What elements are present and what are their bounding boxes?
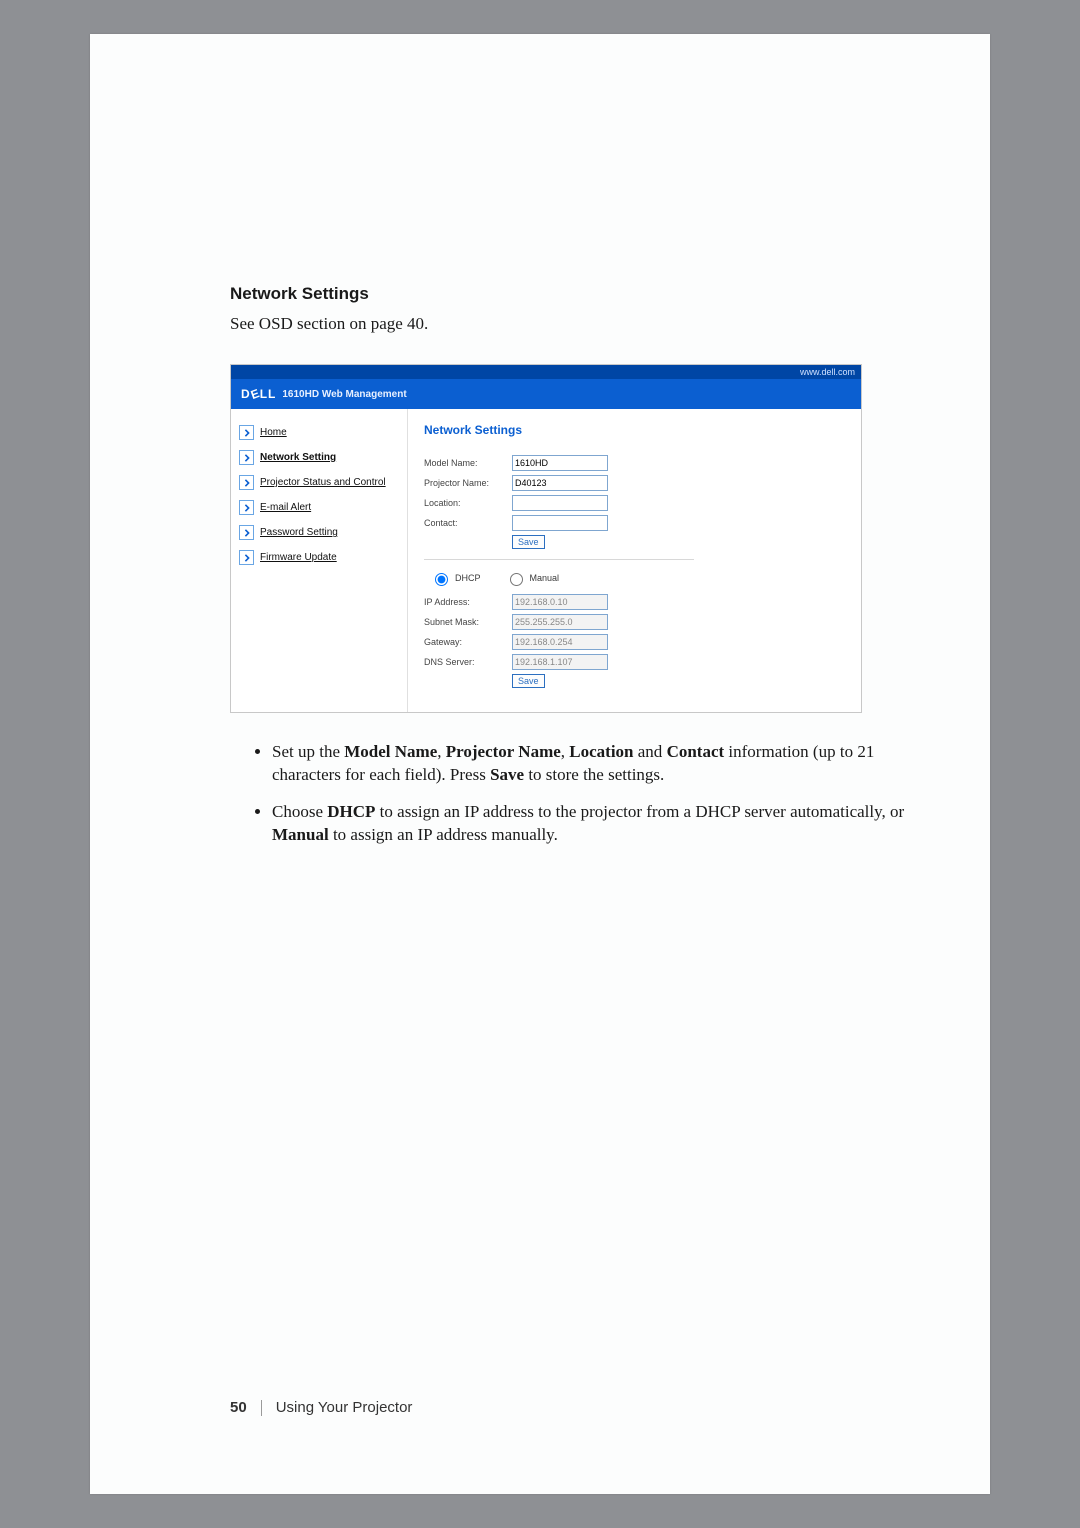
screenshot-frame: www.dell.com DELL 1610HD Web Management …	[230, 364, 862, 713]
paper-sheet: Network Settings See OSD section on page…	[90, 34, 990, 1494]
label-contact: Contact:	[424, 518, 504, 528]
page-gray-bg: Network Settings See OSD section on page…	[0, 0, 1080, 1528]
row-gateway: Gateway:	[424, 634, 845, 650]
screenshot-body: Home Network Setting Projector Status an…	[231, 409, 861, 712]
page-number: 50	[230, 1399, 247, 1416]
product-title: 1610HD Web Management	[282, 389, 406, 400]
row-subnet-mask: Subnet Mask:	[424, 614, 845, 630]
screenshot-header: DELL 1610HD Web Management	[231, 379, 861, 409]
panel-title: Network Settings	[424, 423, 845, 437]
input-contact[interactable]	[512, 515, 608, 531]
section-heading: Network Settings	[230, 284, 910, 304]
arrow-right-icon	[239, 450, 254, 465]
input-location[interactable]	[512, 495, 608, 511]
radio-dhcp-text: DHCP	[455, 573, 481, 583]
label-model-name: Model Name:	[424, 458, 504, 468]
row-location: Location:	[424, 495, 845, 511]
footer-chapter: Using Your Projector	[276, 1399, 413, 1416]
input-projector-name[interactable]	[512, 475, 608, 491]
sidebar-item-label: Network Setting	[260, 452, 336, 463]
sidebar-item-label: E-mail Alert	[260, 502, 311, 513]
label-gateway: Gateway:	[424, 637, 504, 647]
sidebar-item-network-setting[interactable]: Network Setting	[239, 450, 399, 465]
row-projector-name: Projector Name:	[424, 475, 845, 491]
sidebar-item-label: Projector Status and Control	[260, 477, 386, 488]
sidebar: Home Network Setting Projector Status an…	[231, 409, 407, 712]
label-dns-server: DNS Server:	[424, 657, 504, 667]
sidebar-item-label: Password Setting	[260, 527, 338, 538]
label-subnet-mask: Subnet Mask:	[424, 617, 504, 627]
section-intro: See OSD section on page 40.	[230, 314, 910, 334]
sidebar-item-projector-status[interactable]: Projector Status and Control	[239, 475, 399, 490]
main-panel: Network Settings Model Name: Projector N…	[407, 409, 861, 712]
footer-separator	[261, 1400, 262, 1416]
input-dns-server[interactable]	[512, 654, 608, 670]
radio-dhcp-label[interactable]: DHCP	[430, 570, 481, 586]
divider	[424, 559, 694, 560]
radio-manual-text: Manual	[530, 573, 560, 583]
arrow-right-icon	[239, 525, 254, 540]
arrow-right-icon	[239, 550, 254, 565]
radio-manual-label[interactable]: Manual	[505, 570, 560, 586]
sidebar-item-label: Firmware Update	[260, 552, 337, 563]
page-footer: 50 Using Your Projector	[230, 1399, 412, 1416]
input-ip-address[interactable]	[512, 594, 608, 610]
bullet-item-setup: Set up the Model Name, Projector Name, L…	[272, 741, 910, 787]
row-ip-address: IP Address:	[424, 594, 845, 610]
radio-dhcp[interactable]	[435, 573, 448, 586]
input-gateway[interactable]	[512, 634, 608, 650]
bullet-list: Set up the Model Name, Projector Name, L…	[230, 741, 910, 847]
bullet-item-dhcp: Choose DHCP to assign an IP address to t…	[272, 801, 910, 847]
sidebar-item-label: Home	[260, 427, 287, 438]
arrow-right-icon	[239, 425, 254, 440]
save-button-top[interactable]: Save	[512, 535, 545, 549]
input-subnet-mask[interactable]	[512, 614, 608, 630]
sidebar-item-home[interactable]: Home	[239, 425, 399, 440]
arrow-right-icon	[239, 475, 254, 490]
save-button-bottom[interactable]: Save	[512, 674, 545, 688]
screenshot-url-bar: www.dell.com	[231, 365, 861, 379]
sidebar-item-password-setting[interactable]: Password Setting	[239, 525, 399, 540]
row-contact: Contact:	[424, 515, 845, 531]
row-model-name: Model Name:	[424, 455, 845, 471]
label-ip-address: IP Address:	[424, 597, 504, 607]
sidebar-item-firmware-update[interactable]: Firmware Update	[239, 550, 399, 565]
label-projector-name: Projector Name:	[424, 478, 504, 488]
sidebar-item-email-alert[interactable]: E-mail Alert	[239, 500, 399, 515]
dell-logo: DELL	[241, 387, 276, 401]
row-dns-server: DNS Server:	[424, 654, 845, 670]
label-location: Location:	[424, 498, 504, 508]
ip-mode-radio-group: DHCP Manual	[430, 570, 845, 586]
radio-manual[interactable]	[510, 573, 523, 586]
input-model-name[interactable]	[512, 455, 608, 471]
arrow-right-icon	[239, 500, 254, 515]
